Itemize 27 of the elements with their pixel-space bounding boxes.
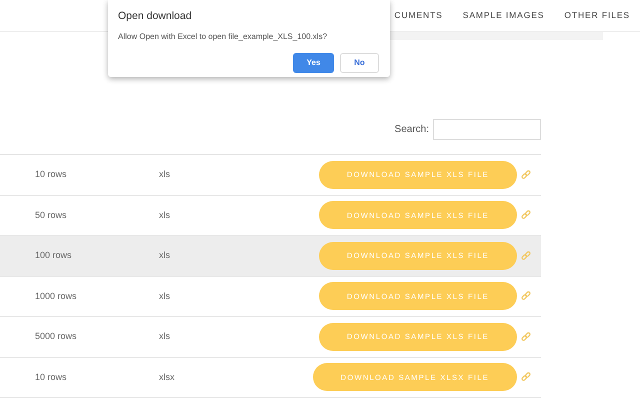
table-cell-text: xls — [159, 249, 171, 262]
table-cell-text: 10 rows — [35, 370, 68, 384]
dialog-button[interactable]: Yes — [293, 52, 334, 73]
link-icon[interactable] — [521, 210, 531, 220]
table-cell-text: xls — [159, 290, 171, 302]
table-cell-text: 50 rows — [35, 208, 68, 222]
link-icon[interactable] — [521, 332, 531, 342]
dialog-message: Allow Open with Excel to open file_example_XLS_100.xls? — [118, 30, 328, 43]
nav-link[interactable]: CUMENTS — [394, 9, 443, 22]
table-cell-text: xls — [159, 330, 171, 343]
table-cell-text: 10 rows — [35, 168, 68, 181]
table-cell-text: 1000 rows — [35, 290, 78, 302]
nav-link[interactable]: SAMPLE IMAGES — [462, 9, 544, 22]
table-cell-text: xlsx — [159, 370, 176, 384]
table-cell-text: xls — [159, 208, 171, 222]
table-cell-text: 100 rows — [35, 249, 73, 262]
link-icon[interactable] — [521, 170, 531, 180]
search-field[interactable] — [433, 119, 541, 140]
nav-link[interactable]: OTHER FILES — [564, 9, 630, 22]
search-label: Search: — [394, 123, 429, 137]
link-icon[interactable] — [521, 250, 531, 261]
table-cell-text: xls — [159, 168, 171, 181]
link-icon[interactable] — [521, 291, 531, 302]
table-cell-text: 5000 rows — [35, 330, 78, 343]
link-icon[interactable] — [521, 372, 531, 382]
dialog-button[interactable]: No — [340, 52, 379, 73]
dialog-title: Open download — [118, 9, 193, 24]
